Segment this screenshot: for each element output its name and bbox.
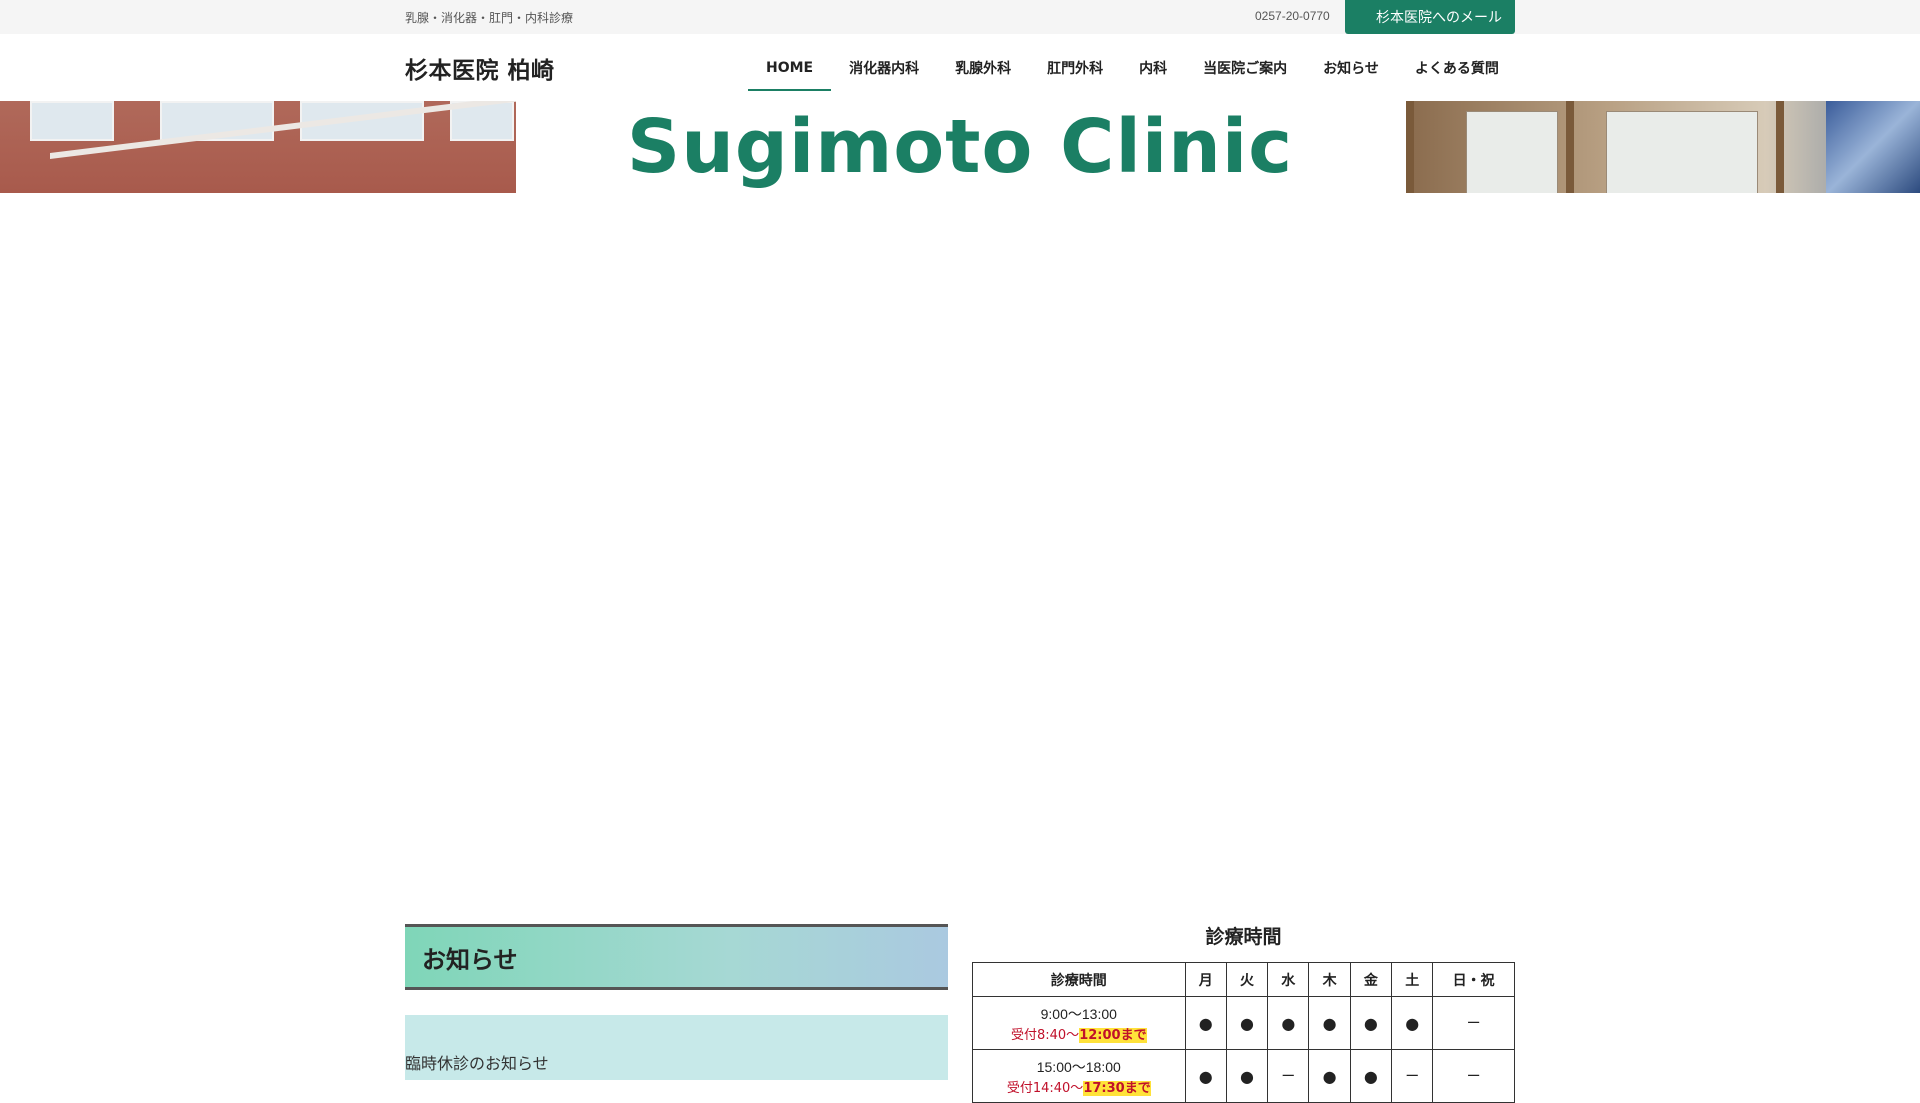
news-heading: お知らせ	[405, 924, 948, 990]
day-cell: ー	[1267, 1049, 1310, 1103]
nav-home[interactable]: HOME	[748, 34, 832, 101]
news-list: 臨時休診のお知らせ	[405, 1015, 948, 1080]
nav-faq[interactable]: よくある質問	[1397, 34, 1517, 101]
time-cell: 15:00～18:00 受付14:40～17:30まで	[972, 1049, 1186, 1103]
news-heading-label: お知らせ	[422, 945, 518, 974]
nav-gastroenterology[interactable]: 消化器内科	[831, 34, 937, 101]
header-wed: 水	[1267, 962, 1310, 997]
time-range: 15:00～18:00	[1036, 1058, 1121, 1075]
day-cell: ●	[1391, 996, 1434, 1050]
header-sun-holiday: 日・祝	[1432, 962, 1515, 997]
site-title[interactable]: 杉本医院 柏崎	[405, 51, 555, 85]
day-cell: ●	[1184, 1049, 1227, 1103]
hours-header-row: 診療時間 月 火 水 木 金 土 日・祝	[972, 962, 1515, 997]
nav-breast-surgery[interactable]: 乳腺外科	[937, 34, 1029, 101]
day-cell: ●	[1267, 996, 1310, 1050]
time-cell: 9:00～13:00 受付8:40～12:00まで	[972, 996, 1186, 1050]
day-cell: ●	[1349, 996, 1393, 1050]
phone-number[interactable]: 0257-20-0770	[1255, 9, 1330, 23]
mail-button[interactable]: 杉本医院へのメール	[1345, 0, 1515, 34]
day-cell: ●	[1308, 996, 1351, 1050]
header-thu: 木	[1308, 962, 1351, 997]
mail-button-label: 杉本医院へのメール	[1376, 10, 1502, 26]
day-cell: ●	[1184, 996, 1227, 1050]
header-tue: 火	[1225, 962, 1269, 997]
site-header: 杉本医院 柏崎 HOME 消化器内科 乳腺外科 肛門外科 内科 当医院ご案内 お…	[0, 34, 1920, 102]
hours-row-morning: 9:00～13:00 受付8:40～12:00まで ● ● ● ● ● ● ー	[972, 996, 1515, 1050]
nav-internal-medicine[interactable]: 内科	[1121, 34, 1185, 101]
top-bar: 乳腺・消化器・肛門・内科診療 0257-20-0770 杉本医院へのメール	[0, 0, 1920, 35]
nav-proctology[interactable]: 肛門外科	[1029, 34, 1121, 101]
day-cell: ●	[1225, 996, 1269, 1050]
day-cell: ー	[1432, 996, 1515, 1050]
hours-row-afternoon: 15:00～18:00 受付14:40～17:30まで ● ● ー ● ● ー …	[972, 1049, 1515, 1103]
hours-table: 診療時間 月 火 水 木 金 土 日・祝 9:00～13:00 受付8:40～1…	[972, 962, 1515, 1103]
day-cell: ー	[1391, 1049, 1434, 1103]
mail-icon	[1358, 12, 1370, 22]
day-cell: ●	[1225, 1049, 1269, 1103]
hero-logo: Sugimoto Clinic	[626, 104, 1294, 190]
nav-clinic-guide[interactable]: 当医院ご案内	[1185, 34, 1305, 101]
hero-banner: Sugimoto Clinic	[0, 101, 1920, 193]
header-time: 診療時間	[972, 962, 1186, 997]
main-nav: HOME 消化器内科 乳腺外科 肛門外科 内科 当医院ご案内 お知らせ よくある…	[748, 34, 1517, 101]
tagline: 乳腺・消化器・肛門・内科診療	[405, 11, 574, 25]
reception-time: 受付8:40～12:00まで	[1010, 1027, 1147, 1043]
header-fri: 金	[1349, 962, 1393, 997]
header-sat: 土	[1391, 962, 1434, 997]
day-cell: ー	[1432, 1049, 1515, 1103]
time-range: 9:00～13:00	[1040, 1005, 1117, 1022]
header-mon: 月	[1184, 962, 1227, 997]
reception-time: 受付14:40～17:30まで	[1006, 1080, 1151, 1096]
day-cell: ●	[1349, 1049, 1393, 1103]
day-cell: ●	[1308, 1049, 1351, 1103]
hours-title: 診療時間	[1205, 926, 1282, 948]
nav-news[interactable]: お知らせ	[1305, 34, 1397, 101]
news-item[interactable]: 臨時休診のお知らせ	[405, 1050, 549, 1074]
